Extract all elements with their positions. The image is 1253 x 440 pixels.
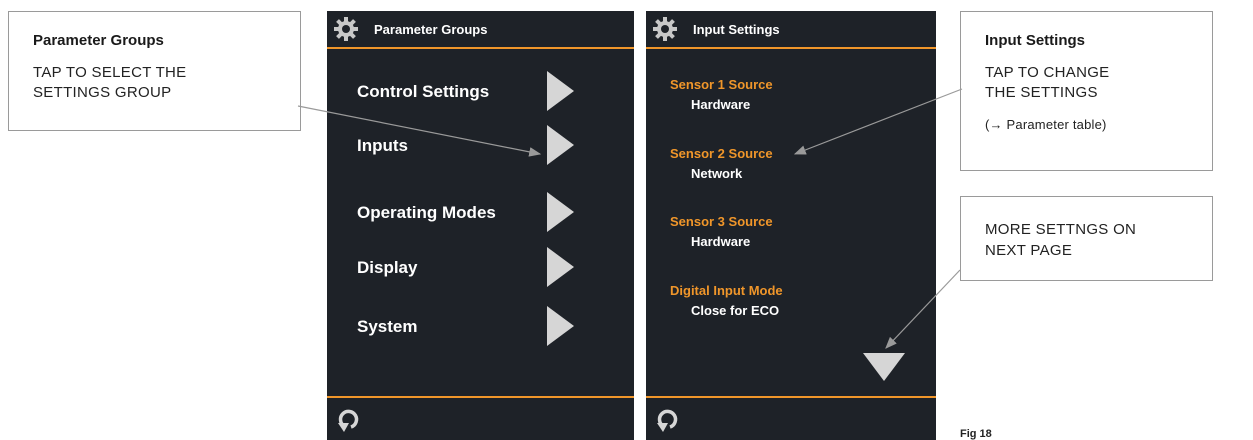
setting-name: Sensor 2 Source [670, 146, 773, 161]
callout-more-settings: MORE SETTNGS ON NEXT PAGE [960, 196, 1213, 281]
screen-title: Parameter Groups [374, 22, 488, 37]
gear-icon[interactable] [652, 16, 678, 42]
setting-value: Close for ECO [691, 303, 780, 318]
callout-parameter-groups: Parameter Groups TAP TO SELECT THE SETTI… [8, 11, 301, 131]
menu-item-display[interactable]: Display [327, 246, 634, 290]
play-triangle-icon[interactable] [547, 125, 574, 165]
input-settings-screen: Input Settings Sensor 1 Source Hardware … [646, 11, 936, 440]
callout-note: (→ Parameter table) [985, 117, 1107, 132]
setting-name: Sensor 3 Source [670, 214, 773, 229]
setting-sensor-2-source[interactable]: Sensor 2 Source Network [646, 146, 936, 186]
setting-sensor-1-source[interactable]: Sensor 1 Source Hardware [646, 77, 936, 117]
screen-title: Input Settings [693, 22, 780, 37]
callout-text: MORE SETTNGS ON NEXT PAGE [985, 221, 1137, 259]
play-triangle-icon[interactable] [547, 247, 574, 287]
setting-value: Hardware [691, 97, 751, 112]
menu-item-system[interactable]: System [327, 305, 634, 349]
play-triangle-icon[interactable] [547, 192, 574, 232]
menu-item-label: System [357, 317, 418, 336]
setting-name: Digital Input Mode [670, 283, 783, 298]
triangle-down-icon[interactable] [863, 353, 905, 381]
menu-item-label: Display [357, 258, 418, 277]
back-arrow-icon[interactable] [654, 406, 682, 434]
menu-item-label: Inputs [357, 136, 408, 155]
menu-item-label: Operating Modes [357, 203, 496, 222]
menu-item-control-settings[interactable]: Control Settings [327, 70, 634, 114]
parameter-groups-screen: Parameter Groups Control Settings Inputs… [327, 11, 634, 440]
setting-name: Sensor 1 Source [670, 77, 773, 92]
callout-text: TAP TO SELECT THE SETTINGS GROUP [33, 64, 187, 101]
menu-item-inputs[interactable]: Inputs [327, 124, 634, 168]
menu-item-label: Control Settings [357, 82, 490, 101]
screen-footer [646, 396, 936, 440]
setting-sensor-3-source[interactable]: Sensor 3 Source Hardware [646, 214, 936, 254]
play-triangle-icon[interactable] [547, 306, 574, 346]
callout-input-settings: Input Settings TAP TO CHANGE THE SETTING… [960, 11, 1213, 171]
callout-text: TAP TO CHANGE THE SETTINGS [985, 64, 1110, 101]
setting-digital-input-mode[interactable]: Digital Input Mode Close for ECO [646, 283, 936, 323]
callout-title: Parameter Groups [33, 32, 164, 49]
gear-icon[interactable] [333, 16, 359, 42]
play-triangle-icon[interactable] [547, 71, 574, 111]
screen-footer [327, 396, 634, 440]
screen-header: Input Settings [646, 11, 936, 49]
back-arrow-icon[interactable] [335, 406, 363, 434]
setting-value: Network [691, 166, 743, 181]
figure-label: Fig 18 [960, 428, 992, 440]
menu-item-operating-modes[interactable]: Operating Modes [327, 191, 634, 235]
callout-title: Input Settings [985, 32, 1085, 49]
setting-value: Hardware [691, 234, 751, 249]
screen-header: Parameter Groups [327, 11, 634, 49]
